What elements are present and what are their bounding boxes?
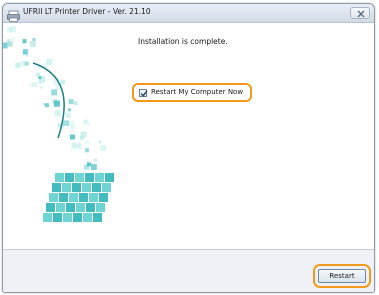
restart-now-checkbox[interactable] — [139, 88, 148, 97]
installer-window: UFRII LT Printer Driver - Ver. 21.10 Ins… — [2, 3, 375, 293]
content-area: Installation is complete. Restart My Com… — [3, 23, 374, 249]
restart-button[interactable]: Restart — [318, 269, 366, 283]
printer-app-icon — [7, 7, 20, 22]
title-bar[interactable]: UFRII LT Printer Driver - Ver. 21.10 — [3, 4, 374, 23]
installer-banner-art — [3, 23, 123, 249]
close-icon — [357, 10, 365, 18]
window-title: UFRII LT Printer Driver - Ver. 21.10 — [23, 7, 151, 16]
restart-now-option[interactable]: Restart My Computer Now — [132, 83, 252, 102]
restart-button-highlight: Restart — [313, 264, 371, 288]
completion-message: Installation is complete. — [138, 37, 228, 46]
checkmark-icon — [140, 89, 148, 97]
restart-now-label: Restart My Computer Now — [151, 88, 244, 96]
footer-bar: Restart — [3, 250, 374, 292]
close-button[interactable] — [350, 7, 370, 19]
